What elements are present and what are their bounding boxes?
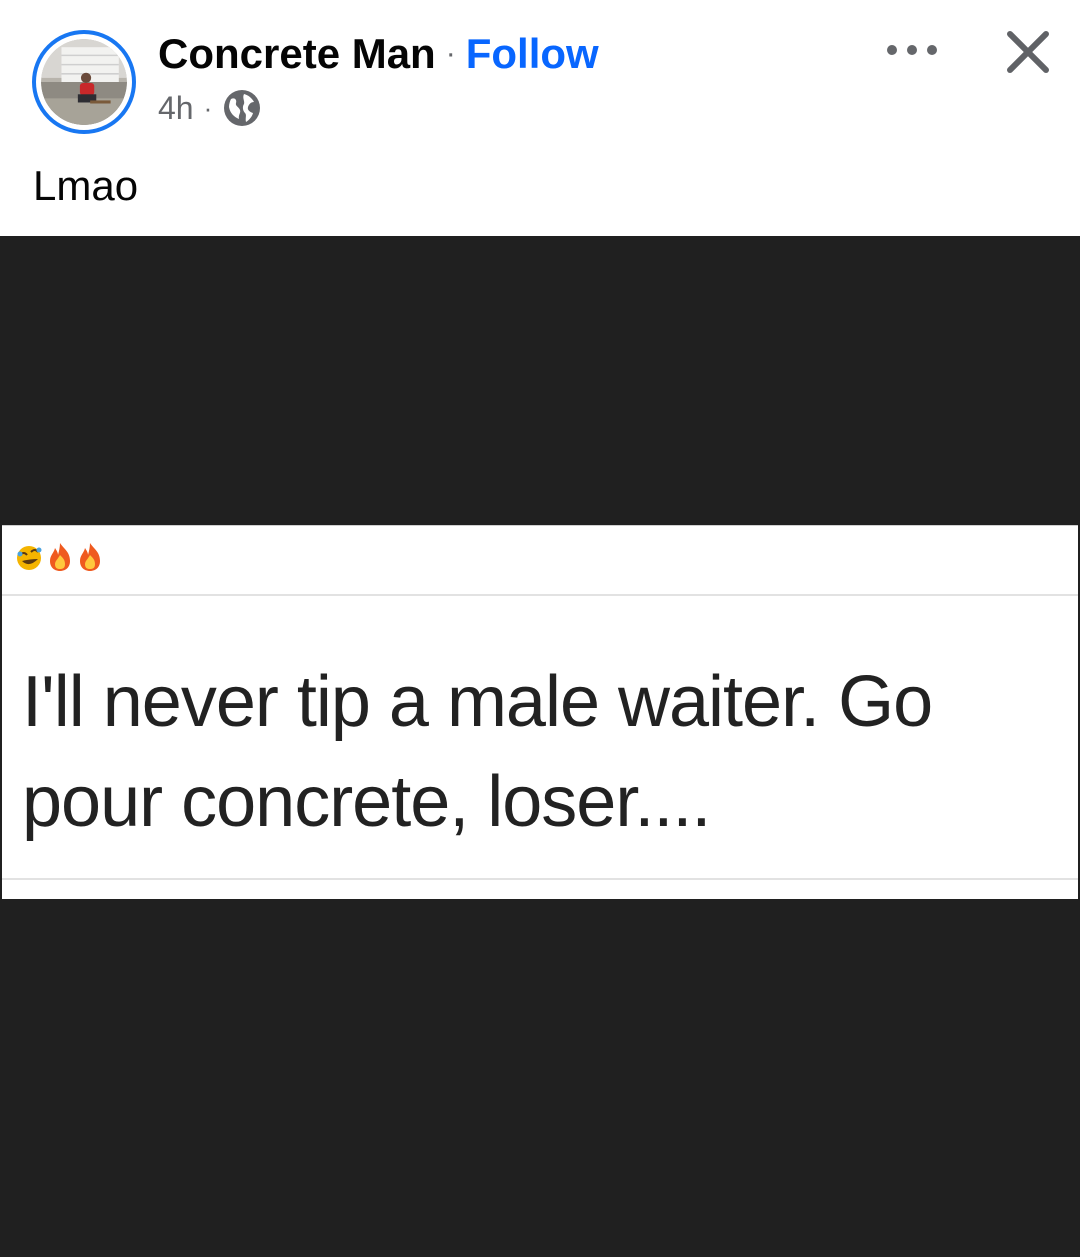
author-avatar[interactable] [32,30,136,134]
meme-emoji-row [14,540,104,574]
meta-separator: · [203,92,213,123]
fire-emoji-icon [80,543,100,571]
meme-text-line-2: pour concrete, loser.... [22,762,711,842]
meme-divider-bottom [2,878,1078,880]
meme-text: I'll never tip a male waiter. Go pour co… [22,652,1078,852]
more-options-icon[interactable] [880,28,944,72]
post-timestamp[interactable]: 4h [158,90,194,127]
post-caption: Lmao [33,162,139,209]
avatar-photo [41,39,127,125]
fire-emoji-icon [50,543,70,571]
post-meta: 4h · [158,88,262,128]
rolling-laughing-emoji-icon [17,546,42,570]
meme-text-line-1: I'll never tip a male waiter. Go [22,662,933,742]
close-icon[interactable] [998,22,1058,82]
post-header: Concrete Man · Follow 4h · Lmao [0,0,1080,236]
globe-icon[interactable] [222,88,262,128]
name-separator: · [445,37,456,70]
follow-button[interactable]: Follow [466,30,599,78]
meme-divider-top [2,594,1078,596]
author-name[interactable]: Concrete Man [158,30,436,78]
meme-image: I'll never tip a male waiter. Go pour co… [2,525,1078,899]
post-media[interactable]: I'll never tip a male waiter. Go pour co… [0,236,1080,1257]
author-line: Concrete Man · Follow [158,26,599,82]
